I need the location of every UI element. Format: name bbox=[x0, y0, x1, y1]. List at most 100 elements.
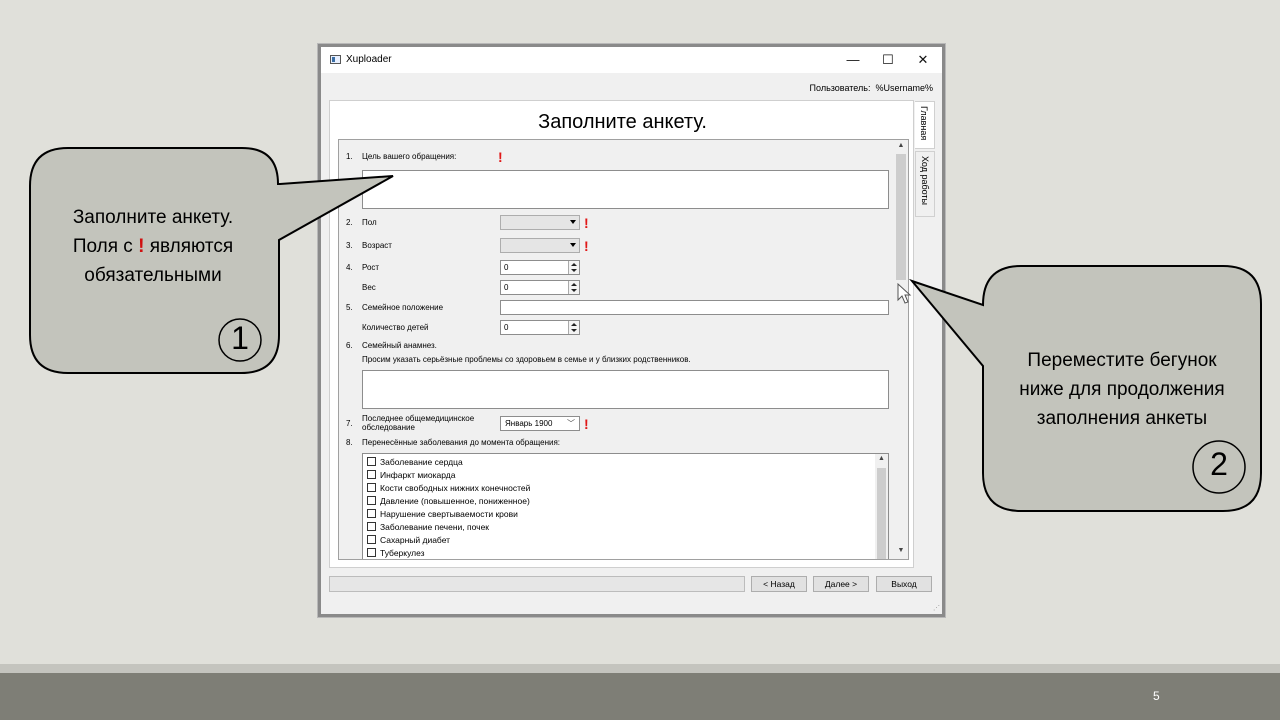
disease-label: Туберкулез bbox=[380, 548, 425, 558]
callout-right-line1: Переместите бегунок bbox=[1027, 350, 1217, 371]
back-button[interactable]: < Назад bbox=[751, 576, 807, 592]
last-exam-date-combo[interactable]: Январь 1900 ﹀ bbox=[500, 416, 580, 431]
spin-buttons[interactable] bbox=[568, 321, 579, 334]
spin-up-icon bbox=[571, 323, 577, 326]
q6-label: Семейный анамнез. bbox=[362, 341, 437, 350]
slide-footer-stripe bbox=[0, 664, 1280, 673]
callout-left-line2: Поля с ! являются bbox=[72, 236, 234, 257]
weight-spinbox[interactable]: 0 bbox=[500, 280, 580, 295]
chevron-down-icon bbox=[570, 220, 576, 224]
main-panel: Заполните анкету. 1. Цель вашего обращен… bbox=[329, 100, 914, 568]
list-scrollbar[interactable]: ▲ bbox=[875, 454, 888, 559]
q1-number: 1. bbox=[346, 152, 353, 161]
disease-label: Инфаркт миокарда bbox=[380, 470, 456, 480]
exit-button[interactable]: Выход bbox=[876, 576, 932, 592]
list-scroll-thumb[interactable] bbox=[877, 468, 886, 559]
disease-label: Давление (повышенное, пониженное) bbox=[380, 496, 530, 506]
q8-number: 8. bbox=[346, 438, 353, 447]
form-scroll-thumb[interactable] bbox=[896, 154, 906, 280]
disease-checkbox-item[interactable]: Заболевание печени, почек bbox=[367, 522, 489, 535]
q3-number: 3. bbox=[346, 241, 353, 250]
weight-value: 0 bbox=[504, 283, 509, 292]
scroll-down-icon[interactable]: ▼ bbox=[894, 547, 908, 554]
callout-left-line3: обязательными bbox=[84, 265, 222, 286]
q6-hint: Просим указать серьёзные проблемы со здо… bbox=[362, 355, 691, 364]
tab-progress[interactable]: Ход работы bbox=[915, 151, 935, 217]
user-label: Пользователь: bbox=[809, 83, 871, 93]
height-spinbox[interactable]: 0 bbox=[500, 260, 580, 275]
tab-main[interactable]: Главная bbox=[915, 101, 935, 149]
spin-down-icon bbox=[571, 289, 577, 292]
checkbox[interactable] bbox=[367, 548, 376, 557]
q5-number: 5. bbox=[346, 303, 353, 312]
disease-label: Сахарный диабет bbox=[380, 535, 451, 545]
callout-right-line3: заполнения анкеты bbox=[1036, 408, 1208, 429]
checkbox[interactable] bbox=[367, 470, 376, 479]
user-name: %Username% bbox=[875, 83, 933, 93]
checkbox[interactable] bbox=[367, 496, 376, 505]
questionnaire-scroll-area: 1. Цель вашего обращения: ! 2. Пол ! 3. … bbox=[338, 139, 909, 560]
window-title: Xuploader bbox=[346, 54, 392, 65]
close-button[interactable]: ✕ bbox=[905, 50, 941, 70]
children-spinbox[interactable]: 0 bbox=[500, 320, 580, 335]
disease-checkbox-item[interactable]: Давление (повышенное, пониженное) bbox=[367, 496, 530, 509]
slide-page-number: 5 bbox=[1153, 689, 1160, 703]
spin-down-icon bbox=[571, 329, 577, 332]
slide-footer bbox=[0, 673, 1280, 720]
age-combo[interactable] bbox=[500, 238, 580, 253]
checkbox[interactable] bbox=[367, 483, 376, 492]
maximize-button[interactable]: ☐ bbox=[870, 50, 906, 70]
disease-checkbox-item[interactable]: Нарушение свертываемости крови bbox=[367, 509, 518, 522]
gender-combo[interactable] bbox=[500, 215, 580, 230]
q1-label: Цель вашего обращения: bbox=[362, 152, 457, 161]
family-history-textarea[interactable] bbox=[362, 370, 889, 409]
required-mark: ! bbox=[584, 238, 589, 254]
callout-right-text: Переместите бегунок ниже для продолжения… bbox=[990, 346, 1254, 433]
form-title: Заполните анкету. bbox=[538, 111, 707, 133]
scroll-up-icon[interactable]: ▲ bbox=[894, 142, 908, 149]
title-bar[interactable]: Xuploader — ☐ ✕ bbox=[321, 47, 942, 73]
minimize-button[interactable]: — bbox=[835, 50, 871, 70]
marital-status-input[interactable] bbox=[500, 300, 889, 315]
resize-grip-icon[interactable]: ⋰ bbox=[933, 604, 940, 612]
children-value: 0 bbox=[504, 323, 509, 332]
disease-checkbox-item[interactable]: Сахарный диабет bbox=[367, 535, 450, 548]
callout-right-line2: ниже для продолжения bbox=[1019, 379, 1225, 400]
spin-down-icon bbox=[571, 269, 577, 272]
disease-label: Заболевание сердца bbox=[380, 457, 463, 467]
callout-right-number: 2 bbox=[1210, 446, 1228, 482]
scroll-up-icon[interactable]: ▲ bbox=[875, 455, 888, 462]
spin-up-icon bbox=[571, 263, 577, 266]
disease-checkbox-item[interactable]: Инфаркт миокарда bbox=[367, 470, 456, 483]
q3-label: Возраст bbox=[362, 241, 392, 250]
disease-checkbox-item[interactable]: Заболевание сердца bbox=[367, 457, 463, 470]
height-value: 0 bbox=[504, 263, 509, 272]
callout-left-line1: Заполните анкету. bbox=[72, 207, 234, 228]
disease-checkbox-item[interactable]: Туберкулез bbox=[367, 548, 425, 559]
required-mark: ! bbox=[498, 149, 503, 165]
purpose-textarea[interactable] bbox=[362, 170, 889, 209]
required-mark: ! bbox=[584, 416, 589, 432]
disease-checkbox-item[interactable]: Кости свободных нижних конечностей bbox=[367, 483, 530, 496]
checkbox[interactable] bbox=[367, 457, 376, 466]
checkbox[interactable] bbox=[367, 535, 376, 544]
q8-label: Перенесённые заболевания до момента обра… bbox=[362, 438, 561, 447]
spin-buttons[interactable] bbox=[568, 261, 579, 274]
q7-label-line1: Последнее общемедицинское bbox=[362, 414, 475, 423]
mouse-cursor-icon bbox=[897, 283, 912, 304]
callout-left-text: Заполните анкету. Поля с ! являются обяз… bbox=[40, 203, 266, 290]
weight-label: Вес bbox=[362, 283, 376, 292]
checkbox[interactable] bbox=[367, 522, 376, 531]
callout-left-number: 1 bbox=[231, 320, 249, 356]
form-scrollbar[interactable]: ▲ ▼ bbox=[894, 140, 908, 559]
spin-up-icon bbox=[571, 283, 577, 286]
q2-label: Пол bbox=[362, 218, 377, 227]
children-label: Количество детей bbox=[362, 323, 429, 332]
next-button[interactable]: Далее > bbox=[813, 576, 869, 592]
checkbox[interactable] bbox=[367, 509, 376, 518]
chevron-down-icon bbox=[570, 243, 576, 247]
disease-label: Кости свободных нижних конечностей bbox=[380, 483, 531, 493]
chevron-down-icon: ﹀ bbox=[567, 419, 575, 428]
spin-buttons[interactable] bbox=[568, 281, 579, 294]
app-window: Xuploader — ☐ ✕ Пользователь: %Username%… bbox=[318, 44, 945, 617]
